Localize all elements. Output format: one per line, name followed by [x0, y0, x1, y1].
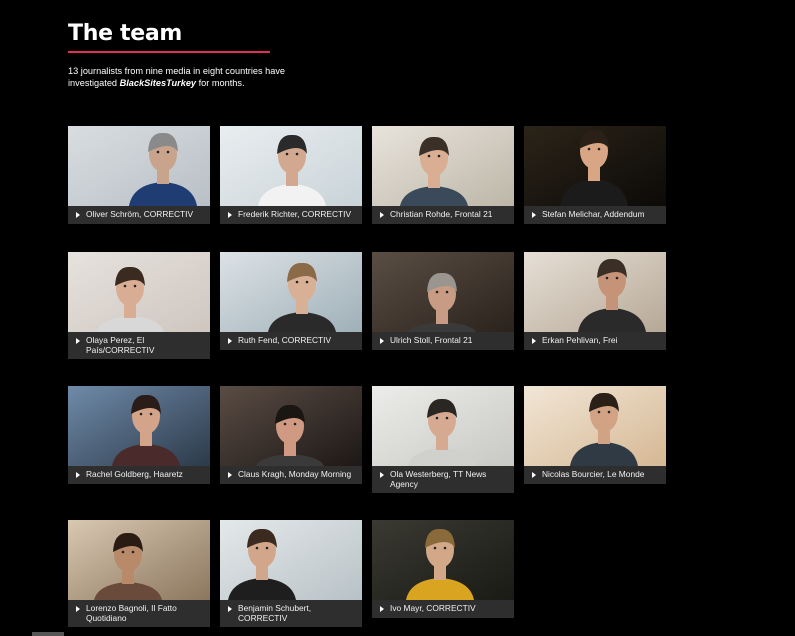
play-arrow-icon	[380, 605, 384, 612]
play-arrow-icon	[532, 471, 536, 478]
member-photo[interactable]	[220, 252, 362, 332]
play-arrow-icon	[76, 471, 80, 478]
member-name: Ivo Mayr, CORRECTIV	[390, 603, 476, 613]
member-photo[interactable]	[68, 386, 210, 466]
member-name: Nicolas Bourcier, Le Monde	[542, 469, 645, 479]
member-caption[interactable]: Christian Rohde, Frontal 21	[372, 206, 514, 224]
play-arrow-icon	[380, 337, 384, 344]
member-photo[interactable]	[220, 386, 362, 466]
member-caption[interactable]: Ivo Mayr, CORRECTIV	[372, 600, 514, 618]
play-arrow-icon	[380, 211, 384, 218]
member-name: Lorenzo Bagnoli, Il Fatto Quotidiano	[86, 603, 177, 623]
page-title: The team	[68, 21, 183, 46]
play-arrow-icon	[228, 471, 232, 478]
member-name: Christian Rohde, Frontal 21	[390, 209, 493, 219]
member-name: Erkan Pehlivan, Frei	[542, 335, 618, 345]
member-name: Stefan Melichar, Addendum	[542, 209, 645, 219]
team-grid: Oliver Schröm, CORRECTIV Frederik Richter…	[68, 126, 668, 636]
member-caption[interactable]: Olaya Perez, El País/CORRECTIV	[68, 332, 210, 359]
play-arrow-icon	[228, 605, 232, 612]
member-photo[interactable]	[372, 520, 514, 600]
play-arrow-icon	[76, 337, 80, 344]
member-caption[interactable]: Oliver Schröm, CORRECTIV	[68, 206, 210, 224]
member-caption[interactable]: Benjamin Schubert, CORRECTIV	[220, 600, 362, 627]
member-photo[interactable]	[372, 126, 514, 206]
play-arrow-icon	[380, 471, 384, 478]
intro-part2: for months.	[196, 78, 245, 88]
member-name: Olaya Perez, El País/CORRECTIV	[86, 335, 155, 355]
play-arrow-icon	[532, 337, 536, 344]
title-underline	[68, 51, 270, 53]
page-header: The team	[68, 20, 278, 53]
member-name: Ulrich Stoll, Frontal 21	[390, 335, 473, 345]
member-photo[interactable]	[220, 520, 362, 600]
member-name: Rachel Goldberg, Haaretz	[86, 469, 183, 479]
play-arrow-icon	[532, 211, 536, 218]
member-photo[interactable]	[372, 252, 514, 332]
member-name: Ola Westerberg, TT News Agency	[390, 469, 487, 489]
member-caption[interactable]: Ola Westerberg, TT News Agency	[372, 466, 514, 493]
play-arrow-icon	[76, 211, 80, 218]
member-photo[interactable]	[524, 252, 666, 332]
member-name: Claus Kragh, Monday Morning	[238, 469, 352, 479]
member-photo[interactable]	[68, 520, 210, 600]
play-arrow-icon	[228, 211, 232, 218]
play-arrow-icon	[76, 605, 80, 612]
member-caption[interactable]: Frederik Richter, CORRECTIV	[220, 206, 362, 224]
member-caption[interactable]: Stefan Melichar, Addendum	[524, 206, 666, 224]
member-caption[interactable]: Rachel Goldberg, Haaretz	[68, 466, 210, 484]
member-caption[interactable]: Lorenzo Bagnoli, Il Fatto Quotidiano	[68, 600, 210, 627]
member-caption[interactable]: Erkan Pehlivan, Frei	[524, 332, 666, 350]
member-photo[interactable]	[220, 126, 362, 206]
intro-brand: BlackSitesTurkey	[119, 78, 197, 88]
member-photo[interactable]	[68, 126, 210, 206]
page-corner-tab	[32, 632, 64, 636]
member-caption[interactable]: Claus Kragh, Monday Morning	[220, 466, 362, 484]
member-name: Ruth Fend, CORRECTIV	[238, 335, 332, 345]
member-caption[interactable]: Ruth Fend, CORRECTIV	[220, 332, 362, 350]
intro-text: 13 journalists from nine media in eight …	[68, 65, 308, 89]
member-photo[interactable]	[372, 386, 514, 466]
member-photo[interactable]	[524, 126, 666, 206]
member-photo[interactable]	[524, 386, 666, 466]
member-name: Frederik Richter, CORRECTIV	[238, 209, 352, 219]
play-arrow-icon	[228, 337, 232, 344]
member-caption[interactable]: Ulrich Stoll, Frontal 21	[372, 332, 514, 350]
member-name: Benjamin Schubert, CORRECTIV	[238, 603, 312, 623]
member-name: Oliver Schröm, CORRECTIV	[86, 209, 194, 219]
member-photo[interactable]	[68, 252, 210, 332]
member-caption[interactable]: Nicolas Bourcier, Le Monde	[524, 466, 666, 484]
